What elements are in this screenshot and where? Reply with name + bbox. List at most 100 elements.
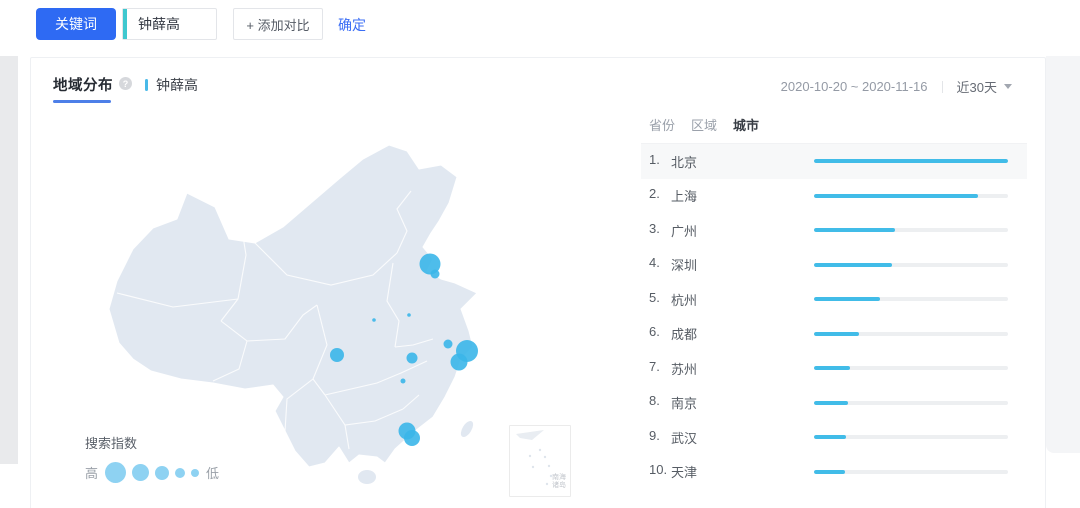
bar-fill	[814, 401, 848, 405]
bar-track	[814, 332, 1008, 336]
south-china-sea-inset: 南海 诸岛	[509, 425, 571, 497]
ranking-list: 1. 北京 2. 上海 3. 广州 4. 深圳	[641, 144, 1027, 489]
add-compare-button[interactable]: + 添加对比	[233, 8, 323, 40]
legend-low-label: 低	[206, 463, 219, 482]
china-outline	[109, 145, 477, 467]
row-label: 4. 深圳	[641, 255, 814, 274]
row-rank: 5.	[649, 290, 671, 309]
row-rank: 6.	[649, 324, 671, 343]
panel-title: 地域分布	[53, 74, 113, 95]
legend-size-dot	[175, 468, 185, 478]
period-label: 近30天	[957, 77, 997, 96]
row-city: 武汉	[671, 428, 697, 447]
map-bubble-天津[interactable]	[431, 270, 440, 279]
bar-fill	[814, 366, 850, 370]
keyword-toolbar: 关键词 + 添加对比 确定	[0, 0, 1080, 56]
bar-track	[814, 194, 1008, 198]
row-city: 苏州	[671, 359, 697, 378]
row-rank: 8.	[649, 393, 671, 412]
map-bubble-苏州[interactable]	[444, 340, 453, 349]
confirm-link[interactable]: 确定	[338, 15, 366, 35]
help-icon[interactable]: ?	[119, 77, 132, 90]
table-row: 8. 南京	[641, 386, 1027, 421]
range-separator	[942, 81, 943, 93]
keyword-button[interactable]: 关键词	[36, 8, 116, 40]
search-index-legend: 搜索指数 高 低	[85, 433, 219, 483]
table-row: 4. 深圳	[641, 248, 1027, 283]
row-label: 2. 上海	[641, 186, 814, 205]
legend-title: 搜索指数	[85, 433, 219, 452]
row-label: 10. 天津	[641, 462, 814, 481]
bar-track	[814, 228, 1008, 232]
row-label: 9. 武汉	[641, 428, 814, 447]
keyword-input[interactable]	[127, 9, 216, 39]
row-label: 7. 苏州	[641, 359, 814, 378]
bar-fill	[814, 332, 859, 336]
tab-区域[interactable]: 区域	[691, 115, 717, 134]
row-city: 广州	[671, 221, 697, 240]
map-bubble-成都[interactable]	[330, 348, 344, 362]
tab-省份[interactable]: 省份	[649, 115, 675, 134]
bar-fill	[814, 435, 846, 439]
bar-fill	[814, 470, 845, 474]
row-city: 天津	[671, 462, 697, 481]
row-rank: 3.	[649, 221, 671, 240]
bar-track	[814, 297, 1008, 301]
series-legend: 钟薛高	[145, 75, 198, 95]
series-marker-icon	[145, 79, 148, 91]
bar-fill	[814, 297, 880, 301]
table-row: 6. 成都	[641, 317, 1027, 352]
region-distribution-card: 地域分布 ? 钟薛高 2020-10-20 ~ 2020-11-16 近30天	[30, 57, 1046, 508]
table-row: 10. 天津	[641, 455, 1027, 490]
table-row: 1. 北京	[641, 144, 1027, 179]
row-rank: 1.	[649, 152, 671, 171]
row-label: 6. 成都	[641, 324, 814, 343]
map-bubble-small-dot-2[interactable]	[372, 318, 376, 322]
inset-label: 南海 诸岛	[552, 474, 566, 492]
keyword-input-wrap	[122, 8, 217, 40]
bar-track	[814, 263, 1008, 267]
date-range-text: 2020-10-20 ~ 2020-11-16	[781, 79, 928, 94]
map-bubble-武汉[interactable]	[407, 353, 418, 364]
table-row: 7. 苏州	[641, 351, 1027, 386]
map-bubble-small-dot-1[interactable]	[401, 379, 406, 384]
page-gutter-left	[0, 0, 18, 464]
row-city: 深圳	[671, 255, 697, 274]
bar-fill	[814, 228, 895, 232]
row-city: 杭州	[671, 290, 697, 309]
map-bubble-杭州[interactable]	[451, 354, 468, 371]
map-bubble-深圳[interactable]	[404, 430, 420, 446]
bar-track	[814, 435, 1008, 439]
legend-size-dot	[191, 469, 199, 477]
map-bubble-small-dot-3[interactable]	[407, 313, 411, 317]
hainan-island	[358, 470, 376, 484]
caret-down-icon	[1004, 84, 1012, 89]
row-label: 8. 南京	[641, 393, 814, 412]
table-row: 9. 武汉	[641, 420, 1027, 455]
legend-high-label: 高	[85, 463, 98, 482]
table-row: 3. 广州	[641, 213, 1027, 248]
period-dropdown[interactable]: 近30天	[957, 77, 1012, 96]
bar-fill	[814, 194, 978, 198]
legend-circles	[105, 462, 199, 483]
ranking-panel: 省份区域城市 1. 北京 2. 上海 3. 广州 4. 深圳	[641, 110, 1027, 489]
row-city: 南京	[671, 393, 697, 412]
row-label: 5. 杭州	[641, 290, 814, 309]
series-name: 钟薛高	[156, 75, 198, 95]
row-city: 成都	[671, 324, 697, 343]
tab-城市[interactable]: 城市	[733, 115, 759, 134]
table-row: 2. 上海	[641, 179, 1027, 214]
panel-title-underline	[53, 100, 111, 103]
row-rank: 2.	[649, 186, 671, 205]
legend-size-dot	[155, 466, 169, 480]
bar-track	[814, 470, 1008, 474]
legend-size-dot	[132, 464, 149, 481]
row-label: 3. 广州	[641, 221, 814, 240]
table-row: 5. 杭州	[641, 282, 1027, 317]
row-rank: 10.	[649, 462, 671, 481]
taiwan-island	[458, 419, 475, 439]
bar-track	[814, 401, 1008, 405]
row-label: 1. 北京	[641, 152, 814, 171]
bar-fill	[814, 263, 892, 267]
ranking-tabs: 省份区域城市	[641, 110, 1027, 138]
